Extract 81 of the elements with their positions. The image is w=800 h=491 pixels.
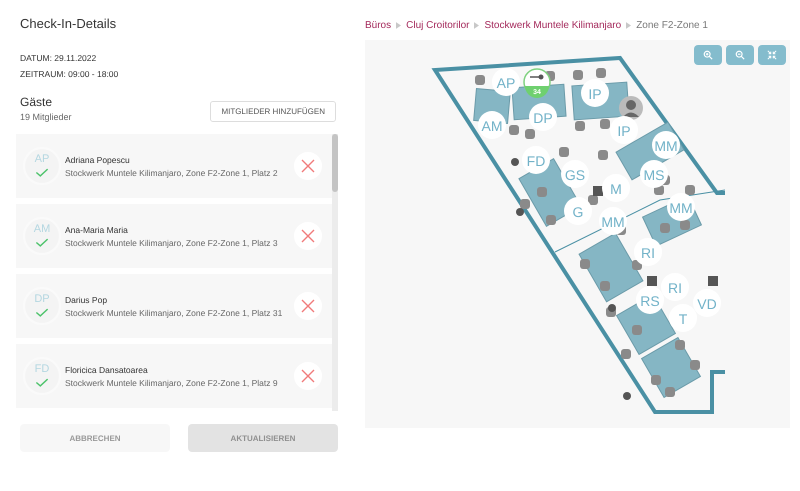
chair (685, 185, 695, 195)
column-dot (623, 392, 631, 400)
cabinet (647, 276, 657, 286)
zoom-in-button[interactable] (694, 45, 722, 65)
zoom-out-icon (735, 50, 745, 60)
timespan-text: ZEITRAUM: 09:00 - 18:00 (20, 69, 120, 79)
chevron-icon (396, 22, 402, 28)
seat-marker[interactable]: MS (640, 160, 668, 188)
remove-button[interactable] (294, 222, 322, 250)
column-dot (516, 208, 524, 216)
chair (559, 147, 569, 157)
chair (598, 150, 608, 160)
guest-name: Darius Pop (65, 294, 108, 304)
seat-marker[interactable]: FD (522, 146, 550, 174)
chair (588, 195, 598, 205)
seat-marker[interactable]: AM (478, 111, 506, 139)
chair (600, 281, 610, 291)
guest-name: Floricica Dansatoarea (65, 364, 149, 374)
breadcrumb-link[interactable]: Büros (365, 20, 392, 30)
seat-marker[interactable]: T (669, 304, 697, 332)
guest-place: Stockwerk Muntele Kilimanjaro, Zone F2-Zone 1, Platz 31 (65, 308, 284, 318)
chair (580, 259, 590, 269)
guest-place: Stockwerk Muntele Kilimanjaro, Zone F2-Zone 1, Platz 9 (65, 378, 279, 388)
chair (600, 119, 610, 129)
zoom-out-button[interactable] (726, 45, 754, 65)
seat-marker[interactable]: AP (492, 68, 520, 96)
remove-button[interactable] (294, 292, 322, 320)
guest-card[interactable]: FD Floricica Dansatoarea Stockwerk Muntele Kilimanjaro, Zone F2-Zone 1, Platz 9 (16, 344, 332, 408)
chair (573, 70, 583, 80)
seat-marker[interactable]: RI (634, 238, 662, 266)
remove-button[interactable] (294, 362, 322, 390)
seat-marker[interactable]: M (602, 174, 630, 202)
seat-marker[interactable]: GS (561, 160, 589, 188)
chair (475, 75, 485, 85)
seat-marker[interactable]: IP (610, 116, 638, 144)
seat-marker[interactable]: G (564, 197, 592, 225)
member-count: 19 Mitglieder (20, 112, 72, 122)
guest-card[interactable]: AM Ana-Maria Maria Stockwerk Muntele Kilimanjaro, Zone F2-Zone 1, Platz 3 (16, 204, 332, 268)
chevron-icon (474, 22, 480, 28)
date-text: DATUM: 29.11.2022 (20, 53, 98, 63)
chair (596, 68, 606, 78)
column-dot (511, 158, 519, 166)
cabinet (708, 276, 718, 286)
chair (575, 121, 585, 131)
breadcrumb-link[interactable]: Zone F2-Zone 1 (636, 20, 708, 30)
add-members-button[interactable]: MITGLIEDER HINZUFÜGEN (210, 101, 336, 122)
column-dot (608, 304, 616, 312)
zoom-in-icon (703, 50, 713, 60)
action-button[interactable]: ABBRECHEN (20, 424, 170, 452)
close-icon (300, 298, 316, 314)
seat-marker[interactable]: IP (581, 79, 609, 107)
guest-card[interactable]: AP Adriana Popescu Stockwerk Muntele Kilimanjaro, Zone F2-Zone 1, Platz 2 (16, 134, 332, 198)
close-icon (300, 228, 316, 244)
breadcrumb-link[interactable]: Cluj Croitorilor (406, 20, 470, 30)
scrollbar-thumb[interactable] (332, 134, 338, 192)
chair (632, 325, 642, 335)
seat-marker[interactable]: DP (529, 103, 557, 131)
chair (621, 349, 631, 359)
fit-view-button[interactable] (758, 45, 786, 65)
chair (546, 215, 556, 225)
cabinet (593, 186, 603, 196)
seat-marker[interactable]: MM (667, 193, 695, 221)
guest-name: Ana-Maria Maria (65, 224, 129, 234)
chevron-icon (626, 22, 632, 28)
seat-marker[interactable]: RS (636, 286, 664, 314)
collapse-icon (767, 50, 777, 60)
guest-card[interactable]: DP Darius Pop Stockwerk Muntele Kilimanjaro, Zone F2-Zone 1, Platz 31 (16, 274, 332, 338)
close-icon (300, 158, 316, 174)
guest-name: Adriana Popescu (65, 154, 131, 164)
seat-marker[interactable]: VD (693, 289, 721, 317)
guests-heading: Gäste (20, 95, 54, 109)
guest-place: Stockwerk Muntele Kilimanjaro, Zone F2-Zone 1, Platz 3 (65, 238, 279, 248)
breadcrumb-link[interactable]: Stockwerk Muntele Kilimanjaro (484, 20, 622, 30)
panel-title: Check-In-Details (20, 16, 118, 31)
seat-marker[interactable]: RI (661, 273, 689, 301)
remove-button[interactable] (294, 152, 322, 180)
seat-marker[interactable]: MM (599, 207, 627, 235)
seat-marker[interactable]: MM (652, 131, 680, 159)
close-icon (300, 368, 316, 384)
guest-place: Stockwerk Muntele Kilimanjaro, Zone F2-Zone 1, Platz 2 (65, 168, 279, 178)
person-avatar-icon (619, 96, 643, 120)
